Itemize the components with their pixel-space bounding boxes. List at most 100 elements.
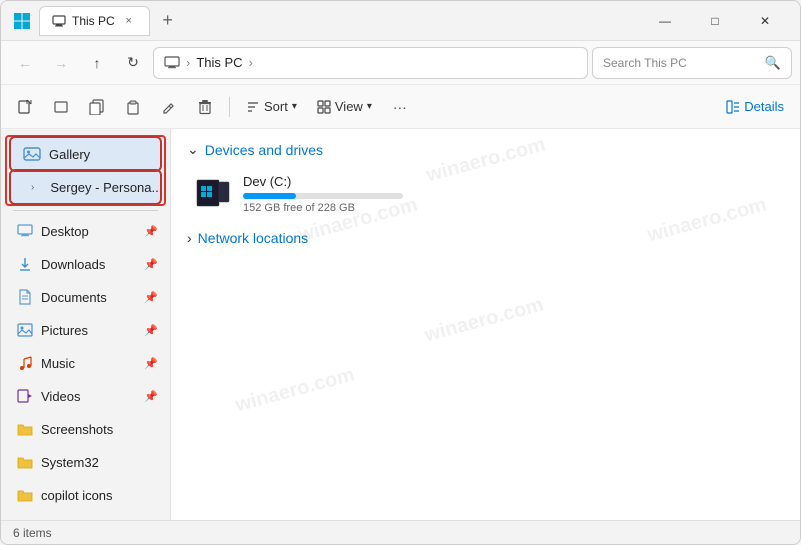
drive-c-info: Dev (C:) 152 GB free of 228 GB bbox=[243, 174, 776, 214]
details-icon bbox=[726, 100, 740, 114]
sidebar-item-screenshots[interactable]: Screenshots bbox=[5, 413, 166, 445]
videos-pin-icon: 📌 bbox=[144, 390, 158, 403]
delete-button[interactable] bbox=[189, 91, 221, 123]
more-button[interactable]: ··· bbox=[384, 91, 416, 123]
close-button[interactable]: ✕ bbox=[742, 6, 788, 36]
tab-close-button[interactable]: × bbox=[121, 13, 137, 29]
screenshots-label: Screenshots bbox=[41, 422, 113, 437]
drive-c-icon bbox=[195, 176, 231, 212]
rename-button[interactable] bbox=[153, 91, 185, 123]
sort-chevron: ▾ bbox=[292, 101, 297, 112]
sidebar-item-gallery[interactable]: Gallery bbox=[11, 138, 160, 170]
cut-button[interactable] bbox=[45, 91, 77, 123]
windows-drive-svg bbox=[195, 176, 231, 212]
more-icon: ··· bbox=[393, 99, 407, 115]
sidebar-item-desktop[interactable]: Desktop 📌 bbox=[5, 215, 166, 247]
desktop-icon bbox=[17, 223, 33, 239]
app-icon bbox=[13, 12, 31, 30]
watermark-5: winaero.com bbox=[233, 364, 357, 418]
gallery-label: Gallery bbox=[49, 147, 90, 162]
devices-section-label: Devices and drives bbox=[205, 142, 323, 158]
view-label: View bbox=[335, 99, 363, 114]
toolbar: Sort ▾ View ▾ ··· Details bbox=[1, 85, 800, 129]
sidebar: Gallery › Sergey - Persona... Deskto bbox=[1, 129, 171, 520]
sidebar-item-videos[interactable]: Videos 📌 bbox=[5, 380, 166, 412]
network-section-header[interactable]: › Network locations bbox=[187, 230, 784, 246]
forward-button[interactable]: → bbox=[45, 47, 77, 79]
documents-icon bbox=[17, 289, 33, 305]
back-button[interactable]: ← bbox=[9, 47, 41, 79]
documents-pin-icon: 📌 bbox=[144, 291, 158, 304]
maximize-button[interactable]: □ bbox=[692, 6, 738, 36]
sidebar-item-documents[interactable]: Documents 📌 bbox=[5, 281, 166, 313]
videos-icon bbox=[17, 388, 33, 404]
drive-c-item[interactable]: Dev (C:) 152 GB free of 228 GB bbox=[187, 168, 784, 220]
drive-c-name: Dev (C:) bbox=[243, 174, 776, 189]
details-button[interactable]: Details bbox=[718, 91, 792, 123]
rename-icon bbox=[161, 99, 177, 115]
toolbar-separator-1 bbox=[229, 97, 230, 117]
devices-chevron: ⌄ bbox=[187, 141, 199, 158]
sort-label: Sort bbox=[264, 99, 288, 114]
network-section-label: Network locations bbox=[198, 230, 309, 246]
new-button[interactable] bbox=[9, 91, 41, 123]
cut-icon bbox=[53, 99, 69, 115]
drive-c-progress-fill bbox=[243, 193, 296, 199]
network-section: › Network locations bbox=[187, 230, 784, 246]
status-text: 6 items bbox=[13, 526, 52, 540]
sidebar-item-pictures[interactable]: Pictures 📌 bbox=[5, 314, 166, 346]
expand-icon: › bbox=[31, 182, 34, 193]
main-window: This PC × + — □ ✕ ← → ↑ ↻ bbox=[0, 0, 801, 545]
system32-label: System32 bbox=[41, 455, 99, 470]
details-label: Details bbox=[744, 99, 784, 114]
title-bar: This PC × + — □ ✕ bbox=[1, 1, 800, 41]
sort-button[interactable]: Sort ▾ bbox=[238, 91, 305, 123]
selected-sidebar-group: Gallery › Sergey - Persona... bbox=[5, 135, 166, 206]
sidebar-divider-1 bbox=[13, 210, 158, 211]
paste-icon bbox=[125, 99, 141, 115]
address-path: This PC bbox=[196, 55, 242, 70]
sidebar-item-sergey[interactable]: › Sergey - Persona... bbox=[11, 171, 160, 203]
sidebar-item-music[interactable]: Music 📌 bbox=[5, 347, 166, 379]
music-label: Music bbox=[41, 356, 75, 371]
pictures-icon bbox=[17, 322, 33, 338]
sidebar-item-downloads[interactable]: Downloads 📌 bbox=[5, 248, 166, 280]
view-chevron: ▾ bbox=[367, 101, 372, 112]
videos-label: Videos bbox=[41, 389, 81, 404]
view-icon bbox=[317, 100, 331, 114]
sidebar-item-system32[interactable]: System32 bbox=[5, 446, 166, 478]
current-tab[interactable]: This PC × bbox=[39, 6, 150, 36]
pictures-label: Pictures bbox=[41, 323, 88, 338]
minimize-button[interactable]: — bbox=[642, 6, 688, 36]
gallery-icon bbox=[23, 145, 41, 163]
sidebar-item-copilot-icons[interactable]: copilot icons bbox=[5, 479, 166, 511]
up-button[interactable]: ↑ bbox=[81, 47, 113, 79]
status-bar: 6 items bbox=[1, 520, 800, 544]
address-end-chevron: › bbox=[249, 55, 253, 70]
devices-section-header[interactable]: ⌄ Devices and drives bbox=[187, 141, 784, 158]
view-button[interactable]: View ▾ bbox=[309, 91, 380, 123]
copilot-icons-label: copilot icons bbox=[41, 488, 113, 503]
documents-label: Documents bbox=[41, 290, 107, 305]
drive-c-progress-bar bbox=[243, 193, 403, 199]
music-pin-icon: 📌 bbox=[144, 357, 158, 370]
sidebar-item-vhd[interactable]: vhd bbox=[5, 512, 166, 520]
monitor-icon bbox=[164, 55, 180, 71]
downloads-icon bbox=[17, 256, 33, 272]
address-bar[interactable]: › This PC › bbox=[153, 47, 588, 79]
paste-button[interactable] bbox=[117, 91, 149, 123]
content-area: Gallery › Sergey - Persona... Deskto bbox=[1, 129, 800, 520]
desktop-pin-icon: 📌 bbox=[144, 225, 158, 238]
desktop-label: Desktop bbox=[41, 224, 89, 239]
main-panel: winaero.com winaero.com winaero.com wina… bbox=[171, 129, 800, 520]
copy-button[interactable] bbox=[81, 91, 113, 123]
music-icon bbox=[17, 355, 33, 371]
refresh-button[interactable]: ↻ bbox=[117, 47, 149, 79]
search-icon: 🔍 bbox=[765, 55, 781, 71]
new-tab-button[interactable]: + bbox=[154, 7, 182, 35]
system32-folder-icon bbox=[17, 454, 33, 470]
navigation-bar: ← → ↑ ↻ › This PC › Search This PC 🔍 bbox=[1, 41, 800, 85]
new-icon bbox=[17, 99, 33, 115]
search-bar[interactable]: Search This PC 🔍 bbox=[592, 47, 792, 79]
delete-icon bbox=[197, 99, 213, 115]
